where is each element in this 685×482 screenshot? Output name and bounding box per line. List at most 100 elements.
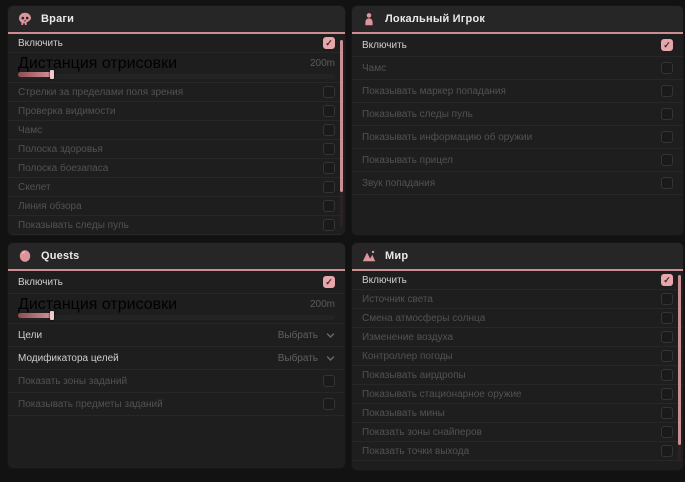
row-label: Показывать предметы заданий [18, 399, 163, 410]
panel-quests: Quests Включить Дистанция отрисовки 200m… [8, 243, 345, 468]
checkbox[interactable] [323, 143, 335, 155]
row-value: 200m [310, 58, 335, 69]
panel-header: Quests [8, 243, 345, 271]
checkbox[interactable] [661, 85, 673, 97]
panel-header: Враги [8, 6, 345, 34]
checkbox[interactable] [323, 105, 335, 117]
settings-row[interactable]: Проверка видимости [8, 102, 345, 121]
player-icon [362, 12, 376, 26]
panel-local-player: Локальный Игрок Включить Чамс Показывать… [352, 6, 683, 235]
checkbox[interactable] [661, 62, 673, 74]
row-label: Смена атмосферы солнца [362, 313, 485, 324]
scrollbar[interactable] [678, 275, 681, 460]
settings-row[interactable]: Показывать стационарное оружие [352, 385, 683, 404]
checkbox[interactable] [661, 108, 673, 120]
settings-row[interactable]: Показать точки выхода [352, 442, 683, 461]
checkbox[interactable] [661, 445, 673, 457]
checkbox[interactable] [323, 219, 335, 231]
settings-row[interactable]: Включить [8, 34, 345, 53]
checkbox[interactable] [661, 177, 673, 189]
settings-row[interactable]: Линия обзора [8, 197, 345, 216]
settings-row[interactable]: Показать зоны заданий [8, 370, 345, 393]
checkbox[interactable] [661, 331, 673, 343]
row-label: Показывать прицел [362, 155, 453, 166]
panel-title: Локальный Игрок [385, 13, 485, 25]
select-value: Выбрать [278, 330, 318, 341]
checkbox[interactable] [323, 124, 335, 136]
slider-thumb[interactable] [50, 311, 54, 320]
checkbox[interactable] [661, 407, 673, 419]
settings-row[interactable]: Стрелки за пределами поля зрения [8, 83, 345, 102]
row-label: Показывать следы пуль [362, 109, 473, 120]
checkbox[interactable] [661, 426, 673, 438]
row-label: Чамс [18, 125, 42, 136]
settings-list: Включить Чамс Показывать маркер попадани… [352, 34, 683, 195]
checkbox[interactable] [323, 276, 335, 288]
settings-row[interactable]: Смена атмосферы солнца [352, 309, 683, 328]
row-label: Включить [18, 38, 63, 49]
checkbox[interactable] [323, 37, 335, 49]
settings-row[interactable]: Включить [352, 34, 683, 57]
settings-row[interactable]: Скелет [8, 178, 345, 197]
checkbox[interactable] [323, 162, 335, 174]
settings-row[interactable]: Полоска боезапаса [8, 159, 345, 178]
scrollbar[interactable] [340, 40, 343, 227]
settings-row[interactable]: Звук попадания [352, 172, 683, 195]
distance-slider[interactable] [18, 313, 335, 322]
settings-row[interactable]: Полоска здоровья [8, 140, 345, 159]
select-dropdown[interactable]: Выбрать [278, 353, 335, 364]
settings-row[interactable]: Показывать маркер попадания [352, 80, 683, 103]
settings-row[interactable]: Показать зоны снайперов [352, 423, 683, 442]
row-label: Проверка видимости [18, 106, 116, 117]
checkbox[interactable] [661, 312, 673, 324]
checkbox[interactable] [323, 375, 335, 387]
checkbox[interactable] [323, 200, 335, 212]
panel-header: Мир [352, 243, 683, 271]
slider-fill [18, 313, 53, 318]
row-label: Показывать аирдропы [362, 370, 466, 381]
settings-row[interactable]: Включить [352, 271, 683, 290]
distance-slider[interactable] [18, 72, 335, 81]
scrollbar-thumb[interactable] [678, 275, 681, 445]
skull-icon [18, 12, 32, 26]
settings-row[interactable]: Источник света [352, 290, 683, 309]
settings-row[interactable]: Включить [8, 271, 345, 294]
slider-track [18, 74, 335, 79]
checkbox[interactable] [323, 86, 335, 98]
settings-row[interactable]: Показывать аирдропы [352, 366, 683, 385]
row-label: Показать точки выхода [362, 446, 469, 457]
settings-row[interactable]: Показывать следы пуль [352, 103, 683, 126]
settings-row[interactable]: Показывать мины [352, 404, 683, 423]
checkbox[interactable] [661, 274, 673, 286]
settings-list: Включить Источник света Смена атмосферы … [352, 271, 683, 461]
checkbox[interactable] [661, 388, 673, 400]
settings-row[interactable]: Показывать прицел [352, 149, 683, 172]
settings-row[interactable]: Чамс [8, 121, 345, 140]
checkbox[interactable] [661, 293, 673, 305]
checkbox[interactable] [661, 154, 673, 166]
row-label: Включить [18, 277, 63, 288]
checkbox[interactable] [323, 181, 335, 193]
settings-row[interactable]: Чамс [352, 57, 683, 80]
slider-thumb[interactable] [50, 70, 54, 79]
row-label: Показывать следы пуль [18, 220, 129, 231]
settings-row[interactable]: Контроллер погоды [352, 347, 683, 366]
checkbox[interactable] [661, 350, 673, 362]
overlay-settings-page: { "accent_color": "#dc959d", "panels": [… [0, 0, 685, 482]
checkbox[interactable] [661, 369, 673, 381]
checkbox[interactable] [661, 131, 673, 143]
settings-row[interactable]: Изменение воздуха [352, 328, 683, 347]
row-label: Скелет [18, 182, 51, 193]
select-dropdown[interactable]: Выбрать [278, 330, 335, 341]
row-label: Звук попадания [362, 178, 435, 189]
checkbox[interactable] [661, 39, 673, 51]
settings-row[interactable]: Показывать следы пуль [8, 216, 345, 235]
settings-row[interactable]: Показывать предметы заданий [8, 393, 345, 416]
row-label: Источник света [362, 294, 433, 305]
row-label: Показывать маркер попадания [362, 86, 506, 97]
checkbox[interactable] [323, 398, 335, 410]
settings-row[interactable]: Показывать информацию об оружии [352, 126, 683, 149]
scrollbar-thumb[interactable] [340, 40, 343, 192]
world-icon [362, 249, 376, 263]
row-value: 200m [310, 299, 335, 310]
